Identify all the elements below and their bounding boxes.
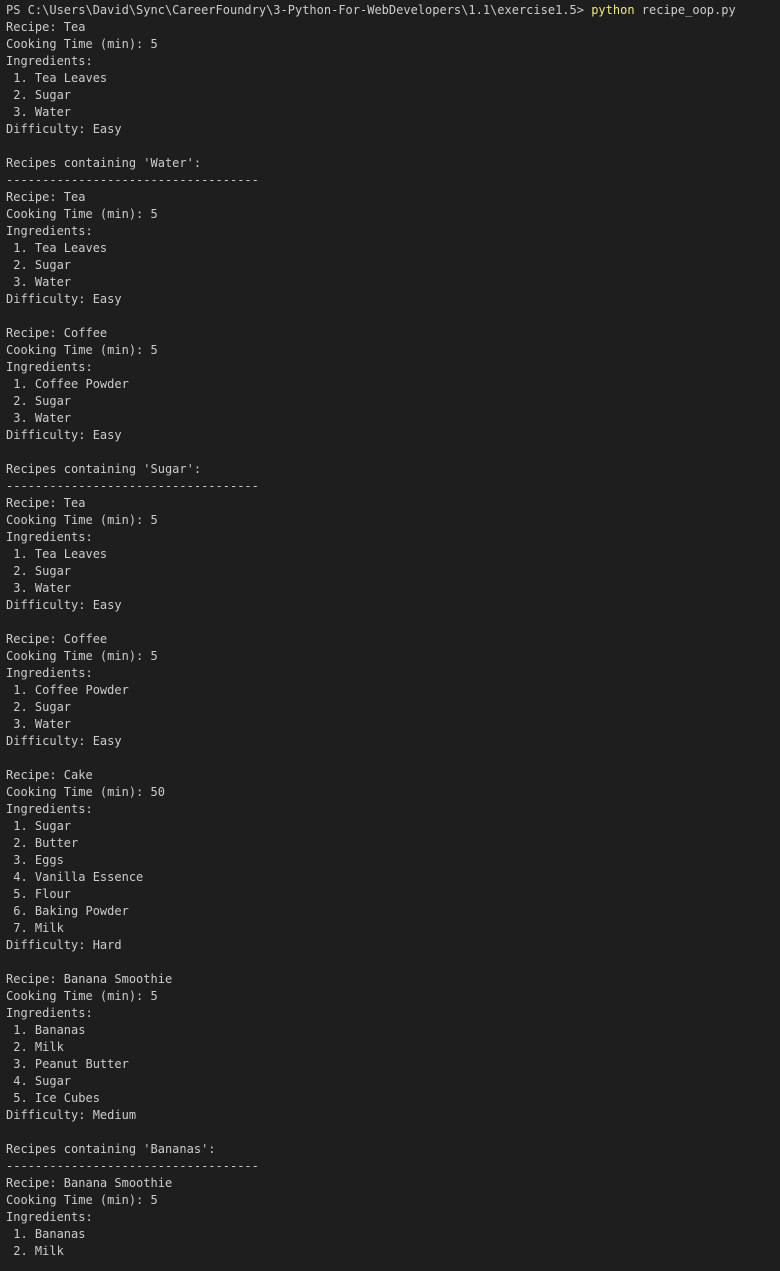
output-line: Ingredients: [6,1210,93,1224]
output-line: 1. Bananas [6,1227,86,1241]
output-line: 5. Ice Cubes [6,1091,100,1105]
output-line: Recipe: Banana Smoothie [6,972,173,986]
output-line: Cooking Time (min): 50 [6,785,165,799]
output-line: Difficulty: Hard [6,938,122,952]
output-line: 2. Sugar [6,700,72,714]
output-line: Difficulty: Medium [6,1108,137,1122]
output-line: Cooking Time (min): 5 [6,513,158,527]
output-line: 1. Bananas [6,1023,86,1037]
output-line: 1. Tea Leaves [6,547,108,561]
output-line: Difficulty: Easy [6,598,122,612]
prompt-args: recipe_oop.py [634,3,736,17]
output-line: 2. Sugar [6,564,72,578]
output-line: 3. Water [6,105,72,119]
output-line: Recipes containing 'Water': [6,156,202,170]
output-line: 1. Coffee Powder [6,683,129,697]
output-line: Recipe: Tea [6,496,86,510]
output-line: 4. Sugar [6,1074,72,1088]
output-line: ----------------------------------- [6,173,259,187]
output-line: Recipe: Tea [6,20,86,34]
output-line: 2. Sugar [6,88,72,102]
output-line: Cooking Time (min): 5 [6,37,158,51]
output-line: 2. Butter [6,836,79,850]
terminal-output: Recipe: Tea Cooking Time (min): 5 Ingredie… [6,19,780,1260]
output-line: Recipes containing 'Sugar': [6,462,202,476]
output-line: 7. Milk [6,921,64,935]
output-line: Ingredients: [6,802,93,816]
output-line: 3. Peanut Butter [6,1057,129,1071]
output-line: Difficulty: Easy [6,292,122,306]
output-line: 3. Water [6,411,72,425]
output-line: 1. Sugar [6,819,72,833]
output-line: Cooking Time (min): 5 [6,343,158,357]
output-line: Difficulty: Easy [6,734,122,748]
output-line: Difficulty: Easy [6,122,122,136]
output-line: Cooking Time (min): 5 [6,649,158,663]
prompt-command: python [591,3,635,17]
output-line: Recipe: Coffee [6,326,108,340]
output-line: ----------------------------------- [6,1159,259,1173]
output-line: Recipe: Coffee [6,632,108,646]
output-line: 2. Milk [6,1244,64,1258]
output-line: Recipes containing 'Bananas': [6,1142,216,1156]
output-line: 3. Water [6,581,72,595]
output-line: Ingredients: [6,54,93,68]
output-line: Ingredients: [6,360,93,374]
output-line: 3. Water [6,275,72,289]
output-line: 2. Sugar [6,394,72,408]
output-line: Ingredients: [6,666,93,680]
output-line: 1. Coffee Powder [6,377,129,391]
output-line: 1. Tea Leaves [6,71,108,85]
output-line: 3. Eggs [6,853,64,867]
output-line: ----------------------------------- [6,479,259,493]
output-line: Cooking Time (min): 5 [6,207,158,221]
output-line: Ingredients: [6,224,93,238]
output-line: 2. Sugar [6,258,72,272]
output-line: 1. Tea Leaves [6,241,108,255]
output-line: Cooking Time (min): 5 [6,1193,158,1207]
output-line: Ingredients: [6,530,93,544]
output-line: Difficulty: Easy [6,428,122,442]
prompt-path: PS C:\Users\David\Sync\CareerFoundry\3-P… [6,3,592,17]
output-line: 4. Vanilla Essence [6,870,144,884]
output-line: Recipe: Cake [6,768,93,782]
output-line: Ingredients: [6,1006,93,1020]
prompt-line: PS C:\Users\David\Sync\CareerFoundry\3-P… [6,2,780,19]
output-line: 2. Milk [6,1040,64,1054]
output-line: 3. Water [6,717,72,731]
output-line: Cooking Time (min): 5 [6,989,158,1003]
output-line: 6. Baking Powder [6,904,129,918]
output-line: Recipe: Banana Smoothie [6,1176,173,1190]
terminal-window[interactable]: PS C:\Users\David\Sync\CareerFoundry\3-P… [0,0,780,1271]
output-line: Recipe: Tea [6,190,86,204]
output-line: 5. Flour [6,887,72,901]
